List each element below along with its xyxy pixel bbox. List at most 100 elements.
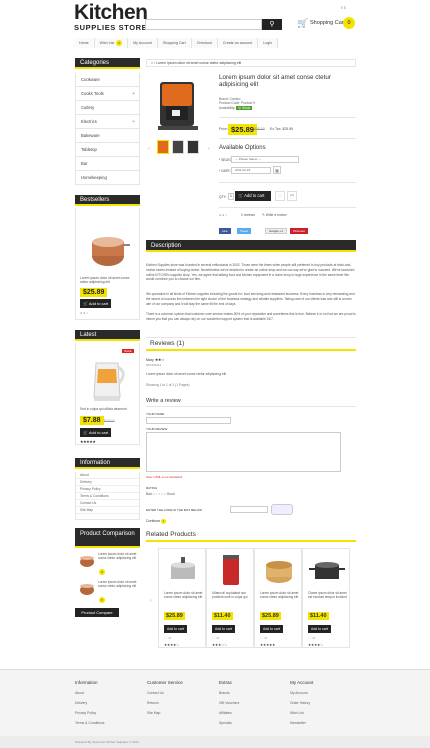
captcha-input[interactable] (230, 506, 268, 513)
bestseller-add-to-cart-button[interactable]: 🛒 Add to cart (80, 299, 112, 308)
nav-create-account[interactable]: Create an account (217, 38, 259, 48)
cart-label[interactable]: Shopping Cart (310, 20, 345, 26)
category-item[interactable]: Cooks Tools (75, 87, 140, 101)
footer-link[interactable]: Gift Vouchers (219, 698, 239, 708)
nav-login[interactable]: Login (258, 38, 279, 48)
related-wishlist-compare-icons[interactable]: ☆ ⇄ (260, 636, 267, 640)
rating-radio[interactable]: ○ (161, 492, 163, 496)
related-add-to-cart-button[interactable]: Add to cart (212, 625, 235, 633)
category-item[interactable]: Cutlery (75, 101, 140, 115)
latest-desc[interactable]: Sed in culpa qui officia deserunt (80, 407, 138, 411)
related-add-to-cart-button[interactable]: Add to cart (164, 625, 187, 633)
logo-subtitle[interactable]: SUPPLIES STORE (74, 23, 147, 32)
related-add-to-cart-button[interactable]: Add to cart (260, 625, 283, 633)
compare-item-image[interactable] (78, 552, 96, 568)
nav-home[interactable]: Home (74, 38, 95, 48)
facebook-like-button[interactable]: Like (219, 228, 231, 234)
nav-checkout[interactable]: Checkout (191, 38, 218, 48)
related-wishlist-compare-icons[interactable]: ☆ ⇄ (308, 636, 315, 640)
rating-radio[interactable]: ○ (158, 492, 160, 496)
category-item[interactable]: Bar (75, 157, 140, 171)
bestseller-product-image[interactable] (86, 216, 130, 272)
home-icon[interactable]: ⌂ (151, 61, 153, 65)
nav-wishlist[interactable]: Wish List 0 (94, 38, 129, 48)
write-review-link[interactable]: ✎ Write a review (262, 213, 287, 217)
footer-link[interactable]: Newsletter (290, 718, 313, 728)
footer-link[interactable]: Site Map (147, 708, 183, 718)
related-product-desc[interactable]: Lorem ipsum dolor sit amet conse ctetur … (164, 591, 204, 600)
related-wishlist-compare-icons[interactable]: ☆ ⇄ (212, 636, 219, 640)
nav-my-account[interactable]: My Account (128, 38, 158, 48)
footer-link[interactable]: Affiliates (219, 708, 239, 718)
product-compare-button[interactable]: Product Compare (75, 608, 119, 617)
category-item[interactable]: Homekeeping (75, 171, 140, 185)
info-link[interactable]: Contact Us (76, 500, 139, 507)
category-item[interactable]: Electrics (75, 115, 140, 129)
footer-link[interactable]: Specials (219, 718, 239, 728)
related-product-image[interactable] (263, 553, 295, 587)
currency-switcher[interactable]: € $ (341, 6, 346, 10)
footer-link[interactable]: About (75, 688, 104, 698)
related-wishlist-compare-icons[interactable]: ☆ ⇄ (164, 636, 171, 640)
cart-icon[interactable]: 🛒 (297, 18, 308, 28)
product-thumbnail[interactable] (187, 140, 199, 154)
review-textarea[interactable] (146, 432, 341, 472)
footer-link[interactable]: Terms & Conditions (75, 718, 104, 728)
google-plus-button[interactable]: Google +1 (265, 228, 287, 234)
footer-link[interactable]: Delivery (75, 698, 104, 708)
compare-item-image[interactable] (78, 580, 96, 596)
date-input[interactable]: 2011-04-23 (231, 167, 271, 174)
info-link[interactable]: Delivery (76, 479, 139, 486)
footer-link[interactable]: Returns (147, 698, 183, 708)
footer-link[interactable]: Order History (290, 698, 313, 708)
calendar-icon[interactable]: ▦ (273, 166, 281, 174)
info-link[interactable]: Terms & Conditions (76, 493, 139, 500)
product-thumbnail[interactable] (157, 140, 169, 154)
reviews-link[interactable]: 0 reviews (241, 213, 255, 217)
latest-add-to-cart-button[interactable]: 🛒 Add to cart (80, 428, 112, 437)
search-button[interactable]: ⚲ (262, 19, 282, 30)
latest-product-image[interactable] (88, 353, 128, 403)
nav-shopping-cart[interactable]: Shopping Cart (157, 38, 192, 48)
rating-radio[interactable]: ○ (164, 492, 166, 496)
qty-input[interactable]: 1 (228, 193, 234, 200)
compare-icon[interactable]: ⇄ (287, 191, 297, 201)
related-product-desc[interactable]: Clame ipsum dolor sit amet est incidunt … (308, 591, 348, 600)
breadcrumb-current[interactable]: Lorem ipsum dolor sit amet conse ctetur … (156, 61, 241, 65)
footer-link[interactable]: Privacy Policy (75, 708, 104, 718)
info-link[interactable]: Privacy Policy (76, 486, 139, 493)
info-link[interactable]: Site Map (76, 507, 139, 514)
add-to-cart-button[interactable]: 🛒 Add to cart (235, 191, 271, 201)
related-add-to-cart-button[interactable]: Add to cart (308, 625, 331, 633)
related-product-desc[interactable]: Lorem ipsum dolor sit amet conse ctetur … (260, 591, 300, 600)
related-product-desc[interactable]: Ullamcoil cuptutatat non proident sunt i… (212, 591, 252, 600)
option-select[interactable]: --- Please Select --- (231, 156, 299, 163)
footer-link[interactable]: My Account (290, 688, 313, 698)
compare-item-desc[interactable]: Lorem ipsum dolor sit amet conse ctetur … (98, 580, 138, 588)
logo-title[interactable]: Kitchen (74, 2, 148, 24)
category-item[interactable]: Bakeware (75, 129, 140, 143)
related-product-image[interactable] (167, 553, 199, 587)
review-name-input[interactable] (146, 417, 231, 424)
info-link[interactable]: About (76, 472, 139, 479)
category-item[interactable]: Tabletop (75, 143, 140, 157)
related-product-image[interactable] (309, 553, 345, 587)
related-product-image[interactable] (217, 551, 245, 587)
compare-remove-icon[interactable]: × (99, 597, 105, 603)
footer-link[interactable]: Contact Us (147, 688, 183, 698)
category-item[interactable]: Cookware (75, 73, 140, 87)
compare-item-desc[interactable]: Lorem ipsum dolor sit amet conse ctetur … (98, 552, 138, 560)
footer-link[interactable]: Wish List (290, 708, 313, 718)
footer-link[interactable]: Brands (219, 688, 239, 698)
thumb-prev-icon[interactable]: ‹ (148, 146, 150, 152)
search-input[interactable] (145, 19, 262, 30)
thumb-next-icon[interactable]: › (208, 146, 210, 152)
wishlist-icon[interactable]: ☆ (275, 191, 285, 201)
bestseller-desc[interactable]: Lorem ipsum dolor sit amet conse ctetur … (80, 276, 138, 285)
continue-button[interactable]: Continue › (146, 519, 166, 524)
tweet-button[interactable]: Tweet (237, 228, 252, 234)
related-prev-icon[interactable]: ‹ (150, 598, 152, 604)
product-thumbnail[interactable] (172, 140, 184, 154)
product-main-image[interactable] (150, 76, 212, 134)
compare-remove-icon[interactable]: × (99, 569, 105, 575)
